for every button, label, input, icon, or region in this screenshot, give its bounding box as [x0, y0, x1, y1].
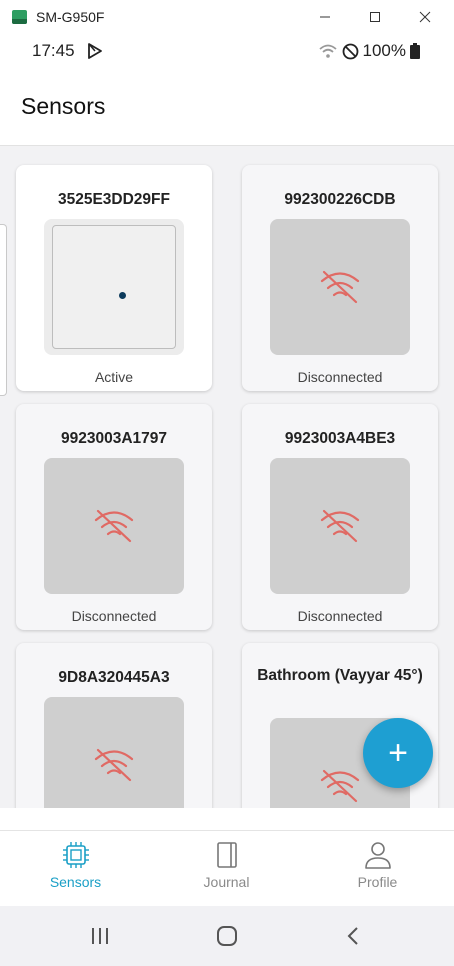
play-store-icon [88, 43, 102, 59]
person-icon [364, 842, 391, 869]
do-not-disturb-icon [342, 43, 358, 59]
sensor-status: Active [94, 369, 134, 385]
battery-icon [410, 43, 420, 59]
sensor-status: Disconnected [71, 608, 157, 624]
sensor-name: 9923003A1797 [60, 430, 168, 447]
sensor-name: 9923003A4BE3 [284, 430, 396, 447]
sensor-card[interactable]: 9923003A4BE3 Disconnected [242, 404, 438, 630]
sensor-preview [270, 458, 410, 594]
sensor-status: Disconnected [297, 369, 383, 385]
nav-label: Sensors [49, 874, 102, 890]
app-window-icon [12, 10, 27, 24]
close-icon [419, 11, 431, 23]
wifi-icon [318, 44, 337, 58]
window-minimize-button[interactable] [300, 0, 350, 34]
status-bar: 17:45 100% [0, 34, 454, 68]
nav-label: Journal [203, 874, 250, 890]
wifi-off-icon [320, 769, 360, 803]
window-close-button[interactable] [400, 0, 450, 34]
wifi-off-icon [94, 509, 134, 543]
system-navigation-bar [0, 906, 454, 966]
sensor-room-preview [44, 219, 184, 355]
minimize-icon [320, 16, 330, 18]
battery-percent: 100% [362, 41, 406, 60]
presence-dot [119, 292, 126, 299]
nav-item-profile[interactable]: Profile [302, 831, 453, 907]
sensor-card[interactable]: 992300226CDB Disconnected [242, 165, 438, 391]
status-time: 17:45 [32, 41, 75, 60]
window-maximize-button[interactable] [350, 0, 400, 34]
maximize-icon [370, 12, 380, 22]
home-button[interactable] [197, 921, 257, 951]
plus-icon: + [388, 733, 408, 772]
sensor-preview [270, 219, 410, 355]
bottom-navigation: Sensors Journal Profile [0, 830, 454, 906]
sensor-card[interactable]: 9923003A1797 Disconnected [16, 404, 212, 630]
sensor-name: 3525E3DD29FF [57, 191, 170, 208]
wifi-off-icon [320, 270, 360, 304]
sensor-preview [44, 458, 184, 594]
sensor-status: Disconnected [297, 608, 383, 624]
window-titlebar: SM-G950F [0, 0, 454, 34]
side-panel-edge [0, 224, 7, 396]
window-title: SM-G950F [36, 9, 105, 25]
sensor-preview [44, 697, 184, 808]
wifi-off-icon [320, 509, 360, 543]
sensor-name: 9D8A320445A3 [58, 669, 170, 686]
chip-icon [62, 842, 89, 868]
sensor-card[interactable]: 3525E3DD29FF Active [16, 165, 212, 391]
app-bar: Sensors [0, 68, 454, 146]
recents-icon [92, 928, 108, 944]
sensor-card[interactable]: 9D8A320445A3 [16, 643, 212, 808]
recent-apps-button[interactable] [70, 921, 130, 951]
home-icon [217, 926, 237, 946]
status-indicators: 100% [318, 41, 420, 61]
page-title: Sensors [21, 93, 106, 119]
sensor-name: 992300226CDB [284, 191, 396, 208]
sensor-grid[interactable]: 3525E3DD29FF Active 992300226CDB Disconn… [0, 146, 454, 808]
wifi-off-icon [94, 748, 134, 782]
room-map [52, 225, 176, 349]
nav-item-sensors[interactable]: Sensors [0, 831, 151, 907]
nav-label: Profile [357, 874, 398, 890]
back-button[interactable] [323, 921, 383, 951]
sensor-name: Bathroom (Vayyar 45°) [257, 667, 423, 684]
add-sensor-button[interactable]: + [363, 718, 433, 788]
book-icon [216, 842, 237, 868]
nav-item-journal[interactable]: Journal [151, 831, 302, 907]
back-icon [347, 927, 358, 945]
